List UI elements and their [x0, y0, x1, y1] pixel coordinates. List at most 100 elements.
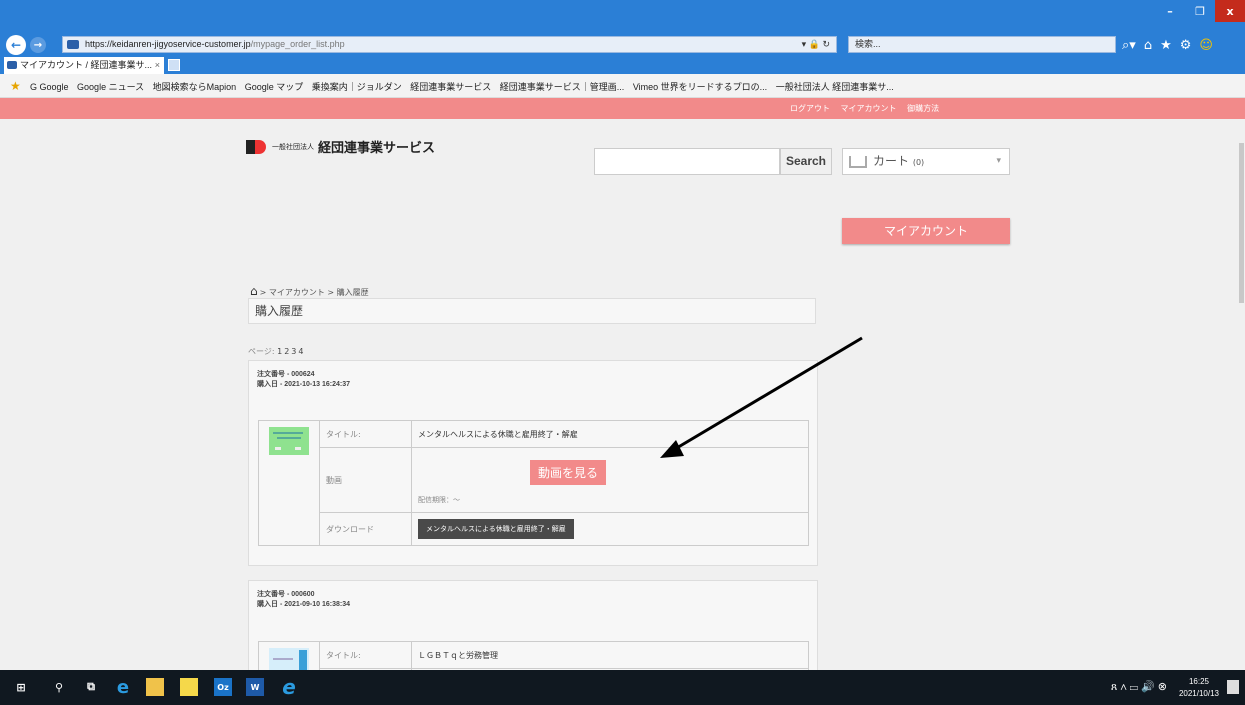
- page-title: 購入履歴: [248, 298, 816, 324]
- order-meta: 注文番号 - 000624 購入日 - 2021-10-13 16:24:37: [257, 369, 350, 389]
- scrollbar-thumb[interactable]: [1239, 143, 1244, 303]
- page-scrollbar[interactable]: [1238, 119, 1245, 670]
- smiley-feedback-icon[interactable]: ☺: [1199, 38, 1213, 53]
- sticky-notes-icon[interactable]: [180, 678, 198, 696]
- forward-button[interactable]: →: [30, 37, 46, 53]
- video-label: 動画: [319, 447, 412, 513]
- page-link[interactable]: 1: [277, 347, 282, 356]
- favorite-item[interactable]: 一般社団法人 経団連事業サ...: [776, 82, 894, 92]
- watch-video-button[interactable]: 動画を見る: [529, 459, 606, 485]
- add-favorite-star-icon[interactable]: ★: [10, 79, 21, 93]
- myaccount-button[interactable]: マイアカウント: [842, 218, 1010, 244]
- page-link[interactable]: 2: [284, 347, 289, 356]
- favorite-item[interactable]: 経団連事業サービス｜管理画...: [500, 82, 625, 92]
- internet-explorer-icon[interactable]: e: [280, 675, 298, 699]
- favorites-list: G Google Google ニュース 地図検索ならMapion Google…: [30, 80, 900, 93]
- favorite-item[interactable]: 乗換案内｜ジョルダン: [312, 82, 402, 92]
- windows-taskbar: ⊞ ⚲ ⧉ e Oz W e ጸ ∧ ▭ 🔊 ⊗ 16:25 2021/10/1…: [0, 670, 1245, 705]
- browser-search-box[interactable]: 検索...: [848, 36, 1116, 53]
- cart-label: カート: [873, 154, 910, 168]
- window-controls: – ❐ x: [1155, 0, 1245, 22]
- purchase-method-link[interactable]: 御購方法: [907, 104, 939, 113]
- tab-title: マイアカウント / 経団連事業サ...: [20, 60, 153, 70]
- cart-icon: [849, 155, 867, 168]
- order-meta: 注文番号 - 000600 購入日 - 2021-09-10 16:38:34: [257, 589, 350, 609]
- dropdown-caret-icon[interactable]: ▾: [802, 39, 807, 49]
- favorites-star-icon[interactable]: ★: [1160, 38, 1172, 53]
- site-favicon-icon: [67, 40, 79, 49]
- favorite-item[interactable]: Google ニュース: [77, 82, 144, 92]
- settings-gear-icon[interactable]: ⚙: [1180, 38, 1192, 53]
- favorite-item[interactable]: G Google: [30, 82, 69, 92]
- notification-icon[interactable]: [1227, 680, 1239, 694]
- logo-big-text: 経団連事業サービス: [318, 141, 436, 156]
- thumbnail-cell: [258, 641, 320, 670]
- close-window-button[interactable]: x: [1215, 0, 1245, 22]
- outlook-icon[interactable]: Oz: [214, 678, 232, 696]
- download-cell: メンタルヘルスによる休職と雇用終了・解雇: [411, 512, 809, 546]
- logout-link[interactable]: ログアウト: [790, 104, 830, 113]
- purchase-date: 購入日 - 2021-10-13 16:24:37: [257, 381, 350, 388]
- search-icon[interactable]: ⌕▾: [1122, 38, 1136, 53]
- order-item-table: タイトル: メンタルヘルスによる休職と雇用終了・解雇 動画 動画を見る 配信期限…: [258, 420, 809, 546]
- windows-start-icon[interactable]: ⊞: [12, 678, 30, 696]
- tray-icons[interactable]: ጸ ∧ ▭ 🔊 ⊗: [1111, 680, 1167, 694]
- page-link[interactable]: 4: [298, 347, 303, 356]
- refresh-icon[interactable]: ↻: [822, 39, 830, 49]
- file-explorer-icon[interactable]: [146, 678, 164, 696]
- thumbnail-cell: [258, 420, 320, 546]
- title-label: タイトル:: [319, 420, 412, 448]
- browser-title-bar: – ❐ x: [0, 0, 1245, 34]
- clock-time: 16:25: [1188, 677, 1209, 686]
- edge-icon[interactable]: e: [114, 677, 132, 698]
- clock[interactable]: 16:25 2021/10/13: [1179, 676, 1219, 700]
- order-number: 注文番号 - 000600: [257, 591, 315, 598]
- address-bar[interactable]: https://keidanren-jigyoservice-customer.…: [62, 36, 837, 53]
- task-view-icon[interactable]: ⧉: [82, 678, 100, 696]
- logo-small-text: 一般社団法人: [272, 142, 314, 151]
- favorite-item[interactable]: 地図検索ならMapion: [153, 82, 237, 92]
- purchase-date: 購入日 - 2021-09-10 16:38:34: [257, 601, 350, 608]
- web-page: ログアウト マイアカウント 御購方法 一般社団法人 経団連事業サービス Sear…: [0, 98, 1245, 670]
- video-cell: 動画を見る 配信期限：～: [411, 447, 809, 513]
- home-icon[interactable]: ⌂: [1144, 38, 1152, 53]
- url-path: /mypage_order_list.php: [250, 39, 345, 49]
- active-tab[interactable]: マイアカウント / 経団連事業サ... ×: [4, 57, 164, 74]
- restore-button[interactable]: ❐: [1185, 0, 1215, 22]
- browser-nav-row: ← → https://keidanren-jigyoservice-custo…: [0, 34, 1245, 56]
- order-card: 注文番号 - 000600 購入日 - 2021-09-10 16:38:34 …: [248, 580, 818, 670]
- item-title: ＬＧＢＴｑと労務管理: [411, 641, 809, 669]
- top-links: ログアウト マイアカウント 御購方法: [790, 103, 947, 114]
- myaccount-link[interactable]: マイアカウント: [841, 104, 897, 113]
- favorites-bar: ★ G Google Google ニュース 地図検索ならMapion Goog…: [0, 74, 1245, 98]
- download-label: ダウンロード: [319, 512, 412, 546]
- url-domain: https://keidanren-jigyoservice-customer.…: [85, 39, 251, 49]
- word-icon[interactable]: W: [246, 678, 264, 696]
- tab-close-icon[interactable]: ×: [155, 57, 160, 74]
- favorite-item[interactable]: Vimeo 世界をリードするプロの...: [633, 82, 767, 92]
- page-link[interactable]: 3: [291, 347, 296, 356]
- delivery-period: 配信期限：～: [418, 495, 460, 504]
- address-bar-icons[interactable]: ▾ 🔒 ↻: [802, 37, 830, 52]
- minimize-button[interactable]: –: [1155, 0, 1185, 22]
- favorite-item[interactable]: Google マップ: [245, 82, 304, 92]
- breadcrumb-text[interactable]: > マイアカウント > 購入履歴: [260, 288, 369, 297]
- download-button[interactable]: メンタルヘルスによる休職と雇用終了・解雇: [418, 519, 574, 539]
- top-nav-bar: ログアウト マイアカウント 御購方法: [0, 98, 1245, 119]
- browser-toolbar-icons: ⌕▾ ⌂ ★ ⚙ ☺: [1122, 34, 1213, 56]
- home-icon[interactable]: ⌂: [250, 284, 258, 298]
- search-icon[interactable]: ⚲: [50, 678, 68, 696]
- site-search-input[interactable]: [594, 148, 780, 175]
- video-thumbnail[interactable]: [269, 648, 309, 670]
- back-button[interactable]: ←: [6, 35, 26, 55]
- site-logo[interactable]: 一般社団法人 経団連事業サービス: [246, 137, 435, 156]
- pager: ページ: 1234: [248, 346, 305, 357]
- favorite-item[interactable]: 経団連事業サービス: [410, 82, 491, 92]
- tab-favicon-icon: [7, 61, 17, 69]
- new-tab-button[interactable]: [168, 59, 180, 71]
- video-thumbnail[interactable]: [269, 427, 309, 455]
- lock-icon: 🔒: [808, 39, 820, 49]
- cart-dropdown[interactable]: カート (0) ▾: [842, 148, 1010, 175]
- cart-count: (0): [912, 158, 925, 167]
- search-button[interactable]: Search: [780, 148, 832, 175]
